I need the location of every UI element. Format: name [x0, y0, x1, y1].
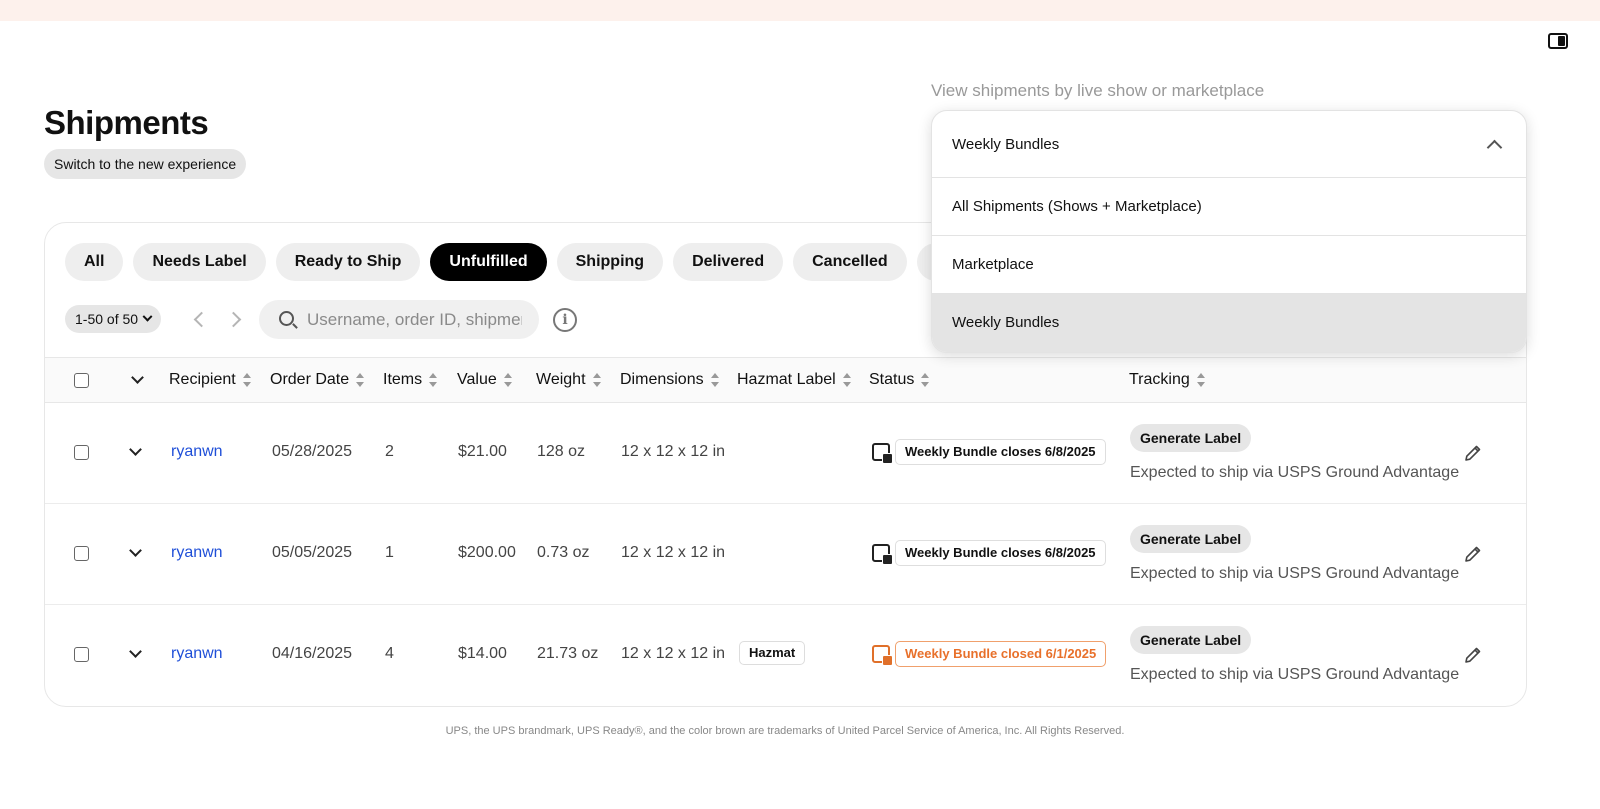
column-value[interactable]: Value — [457, 371, 512, 389]
pagination-label: 1-50 of 50 — [75, 311, 139, 327]
chevron-down-icon[interactable] — [129, 645, 142, 658]
dropdown-option-marketplace[interactable]: Marketplace — [932, 236, 1526, 294]
dropdown-option-all-shipments[interactable]: All Shipments (Shows + Marketplace) — [932, 178, 1526, 236]
column-dimensions[interactable]: Dimensions — [620, 371, 719, 389]
dimensions: 12 x 12 x 12 in — [621, 645, 726, 662]
weight: 21.73 oz — [537, 645, 599, 662]
tab-needs-label[interactable]: Needs Label — [133, 243, 266, 281]
sort-icon — [503, 373, 512, 387]
column-order-date[interactable]: Order Date — [270, 371, 365, 389]
order-value: $21.00 — [458, 443, 507, 460]
shipping-note: Expected to ship via USPS Ground Advanta… — [1130, 565, 1460, 582]
order-value: $14.00 — [458, 645, 507, 662]
sort-icon — [1196, 373, 1205, 387]
status-tabs: All Needs Label Ready to Ship Unfulfille… — [65, 243, 988, 283]
recipient-link[interactable]: ryanwn — [171, 544, 223, 562]
chevron-up-icon — [1486, 139, 1503, 156]
generate-label-button[interactable]: Generate Label — [1130, 626, 1252, 654]
table-row: ryanwn 05/28/2025 2 $21.00 128 oz 12 x 1… — [45, 403, 1526, 504]
table-header: Recipient Order Date Items Value Weight … — [45, 357, 1526, 403]
tab-delivered[interactable]: Delivered — [673, 243, 784, 281]
chevron-down-icon — [142, 311, 153, 322]
bundle-icon — [872, 443, 893, 464]
tab-cancelled[interactable]: Cancelled — [793, 243, 907, 281]
dropdown-selected-value: Weekly Bundles — [952, 136, 1060, 153]
dimensions: 12 x 12 x 12 in — [621, 544, 726, 561]
bundle-icon — [872, 544, 893, 565]
shipping-note: Expected to ship via USPS Ground Advanta… — [1130, 666, 1460, 683]
panel-toggle-icon[interactable] — [1548, 33, 1568, 49]
footer-trademark: UPS, the UPS brandmark, UPS Ready®, and … — [445, 725, 1125, 737]
pagination-select[interactable]: 1-50 of 50 — [65, 305, 162, 333]
pencil-icon[interactable] — [1463, 645, 1483, 665]
recipient-link[interactable]: ryanwn — [171, 645, 223, 663]
column-status[interactable]: Status — [869, 371, 930, 389]
chevron-left-icon[interactable] — [190, 309, 208, 329]
order-value: $200.00 — [458, 544, 516, 561]
search-input[interactable] — [307, 300, 522, 339]
sort-icon — [842, 373, 851, 387]
chevron-right-icon[interactable] — [226, 309, 244, 329]
view-dropdown: Weekly Bundles All Shipments (Shows + Ma… — [931, 110, 1527, 353]
dropdown-trigger[interactable]: Weekly Bundles — [932, 111, 1526, 178]
sort-icon — [710, 373, 719, 387]
tab-shipping[interactable]: Shipping — [556, 243, 664, 281]
sort-icon — [592, 373, 601, 387]
weight: 0.73 oz — [537, 544, 590, 561]
pencil-icon[interactable] — [1463, 443, 1483, 463]
column-weight[interactable]: Weight — [536, 371, 601, 389]
column-tracking[interactable]: Tracking — [1129, 371, 1205, 389]
order-date: 05/05/2025 — [272, 544, 353, 561]
order-date: 04/16/2025 — [272, 645, 353, 662]
dropdown-option-weekly-bundles[interactable]: Weekly Bundles — [932, 294, 1526, 352]
page-title: Shipments — [44, 104, 209, 141]
search-box — [259, 300, 539, 339]
chevron-down-icon[interactable] — [129, 544, 142, 557]
status-badge: Weekly Bundle closes 6/8/2025 — [895, 439, 1106, 465]
sort-icon — [356, 373, 365, 387]
chevron-down-icon[interactable] — [129, 443, 142, 456]
top-banner — [0, 0, 1600, 21]
generate-label-button[interactable]: Generate Label — [1130, 424, 1252, 452]
dimensions: 12 x 12 x 12 in — [621, 443, 726, 460]
sort-icon — [242, 373, 251, 387]
hazmat-badge: Hazmat — [739, 641, 806, 665]
tab-ready-to-ship[interactable]: Ready to Ship — [275, 243, 421, 281]
chevron-down-icon[interactable] — [131, 371, 144, 384]
order-date: 05/28/2025 — [272, 443, 353, 460]
row-checkbox[interactable] — [74, 445, 89, 460]
switch-experience-button[interactable]: Switch to the new experience — [44, 149, 247, 179]
weight: 128 oz — [537, 443, 586, 460]
items-count: 1 — [385, 544, 394, 561]
tab-unfulfilled[interactable]: Unfulfilled — [430, 243, 547, 281]
column-hazmat-label[interactable]: Hazmat Label — [737, 371, 851, 389]
row-checkbox[interactable] — [74, 546, 89, 561]
table-row: ryanwn 05/05/2025 1 $200.00 0.73 oz 12 x… — [45, 504, 1526, 605]
pencil-icon[interactable] — [1463, 544, 1483, 564]
column-items[interactable]: Items — [383, 371, 438, 389]
generate-label-button[interactable]: Generate Label — [1130, 525, 1252, 553]
search-icon — [279, 311, 294, 326]
column-recipient[interactable]: Recipient — [169, 371, 251, 389]
sort-icon — [921, 373, 930, 387]
bundle-icon — [872, 645, 893, 666]
shipping-note: Expected to ship via USPS Ground Advanta… — [1130, 464, 1460, 481]
items-count: 2 — [385, 443, 394, 460]
status-badge: Weekly Bundle closed 6/1/2025 — [895, 641, 1107, 667]
tab-all[interactable]: All — [65, 243, 124, 281]
dropdown-label: View shipments by live show or marketpla… — [931, 81, 1265, 100]
select-all-checkbox[interactable] — [74, 373, 89, 388]
sort-icon — [429, 373, 438, 387]
table-row: ryanwn 04/16/2025 4 $14.00 21.73 oz 12 x… — [45, 605, 1526, 706]
items-count: 4 — [385, 645, 394, 662]
status-badge: Weekly Bundle closes 6/8/2025 — [895, 540, 1106, 566]
row-checkbox[interactable] — [74, 647, 89, 662]
recipient-link[interactable]: ryanwn — [171, 443, 223, 461]
info-icon[interactable]: i — [553, 308, 577, 332]
